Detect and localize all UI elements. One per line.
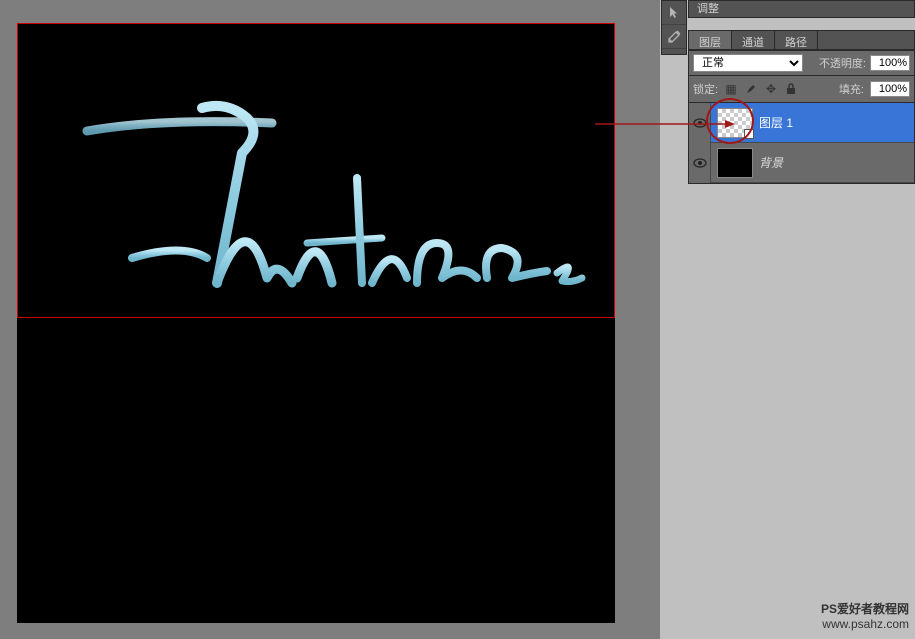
eye-icon — [693, 118, 707, 128]
layers-list: ▪ 图层 1 背景 — [688, 102, 915, 184]
canvas-area — [0, 0, 660, 639]
blend-mode-select[interactable]: 正常 — [693, 54, 803, 72]
lock-brush-icon[interactable] — [744, 82, 758, 96]
pointer-tool-icon[interactable] — [662, 1, 686, 25]
opacity-label: 不透明度: — [819, 55, 866, 71]
smart-object-badge-icon: ▪ — [744, 129, 754, 139]
canvas[interactable] — [17, 23, 615, 623]
adjustments-panel-header[interactable]: 调整 — [688, 0, 915, 18]
watermark-line2: www.psahz.com — [821, 617, 909, 633]
lock-row: 锁定: ▦ ✥ 填充: — [688, 76, 915, 102]
visibility-toggle[interactable] — [689, 103, 711, 143]
watermark-line1: PS爱好者教程网 — [821, 602, 909, 618]
handwriting-artwork — [72, 83, 602, 303]
lock-transparency-icon[interactable]: ▦ — [724, 82, 738, 96]
eye-icon — [693, 158, 707, 168]
tab-layers[interactable]: 图层 — [689, 31, 732, 49]
tool-strip — [661, 0, 687, 55]
opacity-input[interactable] — [870, 55, 910, 71]
tab-paths[interactable]: 路径 — [775, 31, 818, 49]
layer-row[interactable]: 背景 — [689, 143, 914, 183]
layer-thumbnail[interactable]: ▪ — [717, 108, 753, 138]
watermark: PS爱好者教程网 www.psahz.com — [821, 602, 909, 633]
layer-name[interactable]: 背景 — [759, 154, 783, 171]
visibility-toggle[interactable] — [689, 143, 711, 183]
tab-channels[interactable]: 通道 — [732, 31, 775, 49]
fill-input[interactable] — [870, 81, 910, 97]
settings-tool-icon[interactable] — [662, 25, 686, 49]
lock-move-icon[interactable]: ✥ — [764, 82, 778, 96]
lock-label: 锁定: — [693, 81, 718, 97]
lock-all-icon[interactable] — [784, 82, 798, 96]
blend-mode-row: 正常 不透明度: — [688, 50, 915, 76]
fill-label: 填充: — [839, 81, 864, 97]
panel-tabs: 图层 通道 路径 — [688, 30, 915, 50]
layer-row[interactable]: ▪ 图层 1 — [689, 103, 914, 143]
layer-name[interactable]: 图层 1 — [759, 114, 793, 131]
layer-thumbnail[interactable] — [717, 148, 753, 178]
